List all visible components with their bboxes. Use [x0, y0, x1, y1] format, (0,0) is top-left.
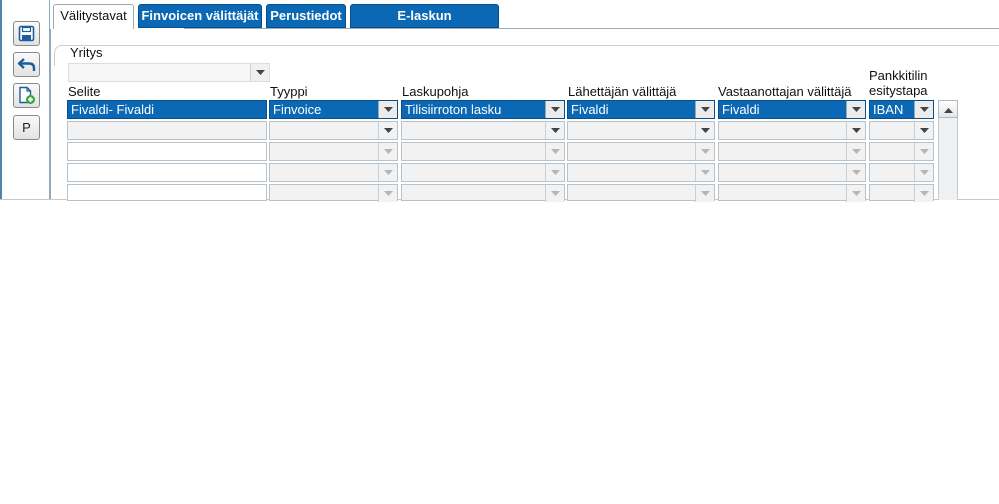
chevron-down-icon[interactable]: [846, 101, 865, 118]
tyyppi-cell[interactable]: Finvoice: [269, 100, 398, 119]
chevron-down-icon[interactable]: [378, 122, 397, 139]
tyyppi-cell[interactable]: [269, 184, 398, 202]
lahettaja-cell[interactable]: [567, 121, 715, 140]
lahettaja-cell[interactable]: [567, 184, 715, 202]
chevron-down-icon[interactable]: [378, 143, 397, 160]
chevron-down-icon: [250, 64, 269, 81]
pankkitili-cell[interactable]: [869, 142, 934, 161]
chevron-down-icon[interactable]: [695, 122, 714, 139]
tyyppi-value: Finvoice: [273, 102, 322, 117]
new-document-button[interactable]: [13, 83, 40, 108]
tab-bar: Välitystavat Finvoicen välittäjät Perust…: [50, 0, 999, 45]
tyyppi-cell[interactable]: [269, 163, 398, 182]
chevron-down-icon[interactable]: [545, 185, 564, 202]
save-icon: [18, 25, 35, 42]
chevron-down-icon[interactable]: [695, 101, 714, 118]
column-header-laskupohja: Laskupohja: [402, 84, 469, 99]
scrollbar-track[interactable]: [938, 118, 958, 200]
vastaanottaja-cell[interactable]: [718, 163, 866, 182]
chevron-down-icon[interactable]: [695, 185, 714, 202]
column-header-esitystapa: esitystapa: [869, 83, 928, 98]
chevron-down-icon[interactable]: [914, 164, 933, 181]
column-header-vastaanottajan-valittaja: Vastaanottajan välittäjä: [718, 84, 852, 99]
chevron-down-icon[interactable]: [846, 143, 865, 160]
selite-cell[interactable]: [67, 163, 267, 182]
left-toolbar: P: [0, 0, 50, 200]
tab-e-laskun-laskutusaiheet[interactable]: E-laskun laskutusaiheet: [350, 4, 499, 45]
vastaanottaja-cell[interactable]: [718, 121, 866, 140]
laskupohja-cell[interactable]: [401, 121, 565, 140]
lahettaja-value: Fivaldi: [571, 102, 609, 117]
chevron-down-icon[interactable]: [914, 143, 933, 160]
undo-button[interactable]: [13, 52, 40, 77]
chevron-down-icon[interactable]: [545, 143, 564, 160]
selite-cell[interactable]: [67, 184, 267, 201]
chevron-down-icon[interactable]: [846, 122, 865, 139]
column-header-tyyppi: Tyyppi: [270, 84, 308, 99]
lahettaja-cell[interactable]: [567, 163, 715, 182]
selite-cell[interactable]: [67, 142, 267, 161]
lahettaja-cell[interactable]: Fivaldi: [567, 100, 715, 119]
chevron-down-icon[interactable]: [545, 164, 564, 181]
undo-icon: [17, 56, 36, 73]
laskupohja-value: Tilisiirroton lasku: [405, 102, 502, 117]
yritys-select: [68, 63, 270, 82]
save-button[interactable]: [13, 21, 40, 46]
chevron-down-icon[interactable]: [846, 164, 865, 181]
scroll-up-button[interactable]: [938, 100, 958, 118]
pankkitili-cell[interactable]: [869, 184, 934, 202]
chevron-down-icon[interactable]: [914, 122, 933, 139]
laskupohja-cell[interactable]: [401, 163, 565, 182]
vastaanottaja-cell[interactable]: [718, 142, 866, 161]
chevron-down-icon[interactable]: [914, 185, 933, 202]
laskupohja-cell[interactable]: [401, 184, 565, 202]
selite-cell[interactable]: [67, 121, 267, 140]
selite-value: Fivaldi- Fivaldi: [71, 102, 155, 117]
chevron-down-icon[interactable]: [378, 185, 397, 202]
pankkitili-value: IBAN: [873, 102, 904, 117]
tyyppi-cell[interactable]: [269, 142, 398, 161]
tab-valitystavat[interactable]: Välitystavat: [53, 4, 134, 29]
tab-finvoicen-valittajat[interactable]: Finvoicen välittäjät: [138, 4, 262, 28]
tab-perustiedot[interactable]: Perustiedot: [266, 4, 346, 28]
laskupohja-cell[interactable]: Tilisiirroton lasku: [401, 100, 565, 119]
scroll-up-arrow-icon: [943, 102, 953, 116]
chevron-down-icon[interactable]: [695, 164, 714, 181]
chevron-down-icon[interactable]: [545, 101, 564, 118]
vastaanottaja-cell[interactable]: Fivaldi: [718, 100, 866, 119]
column-header-selite: Selite: [68, 84, 101, 99]
column-header-pankkitilin: Pankkitilin: [869, 68, 928, 83]
tyyppi-cell[interactable]: [269, 121, 398, 140]
new-document-icon: [17, 86, 36, 105]
pankkitili-cell[interactable]: [869, 163, 934, 182]
chevron-down-icon[interactable]: [695, 143, 714, 160]
print-button[interactable]: P: [13, 115, 40, 140]
selite-cell[interactable]: Fivaldi- Fivaldi: [67, 100, 267, 119]
chevron-down-icon[interactable]: [378, 101, 397, 118]
chevron-down-icon[interactable]: [378, 164, 397, 181]
chevron-down-icon[interactable]: [846, 185, 865, 202]
laskupohja-cell[interactable]: [401, 142, 565, 161]
pankkitili-cell[interactable]: IBAN: [869, 100, 934, 119]
vastaanottaja-cell[interactable]: [718, 184, 866, 202]
column-header-lahettajan-valittaja: Lähettäjän välittäjä: [568, 84, 677, 99]
chevron-down-icon[interactable]: [545, 122, 564, 139]
print-p-icon: P: [22, 120, 31, 135]
vastaanottaja-value: Fivaldi: [722, 102, 760, 117]
yritys-label: Yritys: [70, 45, 103, 60]
chevron-down-icon[interactable]: [914, 101, 933, 118]
lahettaja-cell[interactable]: [567, 142, 715, 161]
pankkitili-cell[interactable]: [869, 121, 934, 140]
